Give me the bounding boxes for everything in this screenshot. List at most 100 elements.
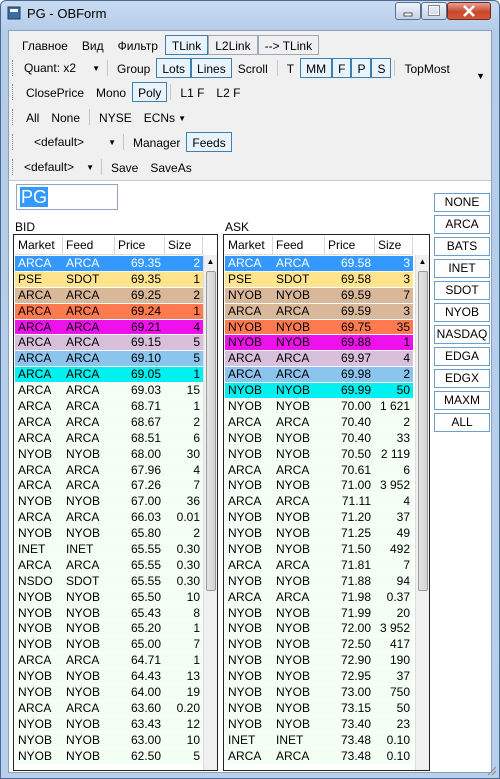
- settings-dropdown[interactable]: <default> ▼: [20, 157, 98, 177]
- layout-dropdown[interactable]: <default> ▼: [20, 132, 120, 152]
- close-button[interactable]: [447, 2, 491, 20]
- column-header-price[interactable]: Price: [325, 236, 375, 254]
- book-row[interactable]: ARCA ARCA 64.71 1: [15, 653, 203, 670]
- book-row[interactable]: ARCA ARCA 69.10 5: [15, 351, 203, 368]
- book-row[interactable]: NYOB NYOB 70.00 1 621: [225, 399, 413, 415]
- book-row[interactable]: ARCA ARCA 69.15 5: [15, 335, 203, 352]
- tlink-toggle[interactable]: TLink: [164, 35, 209, 55]
- book-row[interactable]: NYOB NYOB 65.80 2: [15, 526, 203, 543]
- book-row[interactable]: INET INET 65.55 0.30: [15, 542, 203, 558]
- book-row[interactable]: NYOB NYOB 70.50 2 119: [225, 446, 413, 463]
- book-row[interactable]: ARCA ARCA 69.25 2: [15, 287, 203, 304]
- menu-view[interactable]: Вид: [75, 35, 111, 55]
- minimize-button[interactable]: [395, 2, 421, 20]
- poly-button[interactable]: Poly: [132, 82, 168, 102]
- menu-filter[interactable]: Фильтр: [111, 35, 165, 55]
- book-row[interactable]: ARCA ARCA 70.40 2: [225, 414, 413, 431]
- book-row[interactable]: PSE SDOT 69.35 1: [15, 271, 203, 288]
- none-button[interactable]: None: [45, 107, 86, 127]
- feeds-button[interactable]: Feeds: [186, 132, 232, 152]
- scroll-button[interactable]: Scroll: [232, 58, 274, 78]
- forward-tlink-toggle[interactable]: --> TLink: [257, 35, 320, 55]
- bid-scrollbar[interactable]: ▲: [203, 255, 217, 770]
- feed-button-sdot[interactable]: SDOT: [434, 281, 490, 300]
- book-row[interactable]: NYOB NYOB 72.50 417: [225, 637, 413, 654]
- title-bar[interactable]: PG - OBForm: [1, 1, 499, 25]
- feed-button-nyob[interactable]: NYOB: [434, 303, 490, 322]
- book-row[interactable]: ARCA ARCA 68.71 1: [15, 399, 203, 415]
- topmost-button[interactable]: TopMost: [398, 58, 455, 78]
- ask-book-grid[interactable]: Market Feed Price Size ARCA ARCA 69.58 3 PSE…: [223, 234, 430, 771]
- save-as-button[interactable]: SaveAs: [144, 157, 197, 177]
- book-row[interactable]: ARCA ARCA 71.98 0.37: [225, 589, 413, 606]
- book-row[interactable]: NYOB NYOB 71.25 49: [225, 526, 413, 543]
- book-row[interactable]: ARCA ARCA 71.11 4: [225, 494, 413, 511]
- book-row[interactable]: ARCA ARCA 69.24 1: [15, 303, 203, 320]
- toolbar-grip[interactable]: [12, 84, 16, 100]
- p-button[interactable]: P: [351, 58, 372, 78]
- toolbar-grip[interactable]: [12, 134, 16, 150]
- feed-button-nasdaq[interactable]: NASDAQ: [434, 325, 490, 344]
- column-header-price[interactable]: Price: [115, 236, 165, 254]
- book-row[interactable]: ARCA ARCA 69.59 3: [225, 303, 413, 320]
- feed-button-edgx[interactable]: EDGX: [434, 369, 490, 388]
- ask-scrollbar[interactable]: ▲: [415, 255, 429, 770]
- book-row[interactable]: NYOB NYOB 69.75 35: [225, 319, 413, 336]
- book-row[interactable]: ARCA ARCA 69.03 15: [15, 383, 203, 400]
- book-row[interactable]: NYOB NYOB 63.00 10: [15, 732, 203, 749]
- book-row[interactable]: ARCA ARCA 69.98 2: [225, 367, 413, 384]
- feed-button-none[interactable]: NONE: [434, 193, 490, 212]
- resize-grip-icon[interactable]: [487, 766, 497, 776]
- toolbar-grip[interactable]: [12, 159, 16, 175]
- book-row[interactable]: ARCA ARCA 67.96 4: [15, 462, 203, 479]
- book-row[interactable]: PSE SDOT 69.58 3: [225, 271, 413, 288]
- column-header-size[interactable]: Size: [165, 236, 203, 254]
- feed-button-all[interactable]: ALL: [434, 413, 490, 432]
- book-row[interactable]: NYOB NYOB 69.88 1: [225, 335, 413, 352]
- lots-button[interactable]: Lots: [156, 58, 192, 78]
- column-header-feed[interactable]: Feed: [273, 236, 325, 254]
- scroll-up-icon[interactable]: ▲: [204, 255, 217, 269]
- book-row[interactable]: NYOB NYOB 71.20 37: [225, 510, 413, 527]
- book-row[interactable]: NYOB NYOB 65.50 10: [15, 589, 203, 606]
- book-row[interactable]: NYOB NYOB 63.43 12: [15, 716, 203, 733]
- book-row[interactable]: ARCA ARCA 69.05 1: [15, 367, 203, 384]
- scroll-thumb[interactable]: [418, 271, 428, 591]
- book-row[interactable]: NYOB NYOB 71.50 492: [225, 542, 413, 558]
- book-row[interactable]: NYOB NYOB 64.00 19: [15, 685, 203, 701]
- toolbar-grip[interactable]: [12, 60, 16, 76]
- book-row[interactable]: NYOB NYOB 72.00 3 952: [225, 621, 413, 638]
- save-button[interactable]: Save: [105, 157, 144, 177]
- book-row[interactable]: ARCA ARCA 73.48 0.10: [225, 748, 413, 765]
- lines-button[interactable]: Lines: [191, 58, 232, 78]
- book-row[interactable]: NYOB NYOB 65.00 7: [15, 637, 203, 654]
- s-button[interactable]: S: [371, 58, 392, 78]
- book-row[interactable]: ARCA ARCA 69.35 2: [15, 256, 203, 272]
- mm-button[interactable]: MM: [300, 58, 333, 78]
- mono-button[interactable]: Mono: [90, 82, 132, 102]
- book-row[interactable]: NYOB NYOB 70.40 33: [225, 430, 413, 447]
- manager-button[interactable]: Manager: [127, 132, 186, 152]
- nyse-button[interactable]: NYSE: [93, 107, 138, 127]
- book-row[interactable]: NYOB NYOB 72.95 37: [225, 669, 413, 686]
- book-row[interactable]: ARCA ARCA 71.81 7: [225, 557, 413, 574]
- toolbar-grip[interactable]: [12, 109, 16, 125]
- close-price-button[interactable]: ClosePrice: [20, 82, 90, 102]
- chevron-down-icon[interactable]: ▼: [178, 112, 186, 123]
- symbol-input[interactable]: PG: [16, 184, 118, 210]
- book-row[interactable]: NYOB NYOB 71.88 94: [225, 573, 413, 590]
- column-header-market[interactable]: Market: [15, 236, 63, 254]
- feed-button-maxm[interactable]: MAXM: [434, 391, 490, 410]
- column-header-feed[interactable]: Feed: [63, 236, 115, 254]
- toolbar-overflow-icon[interactable]: ▼: [476, 71, 485, 81]
- book-row[interactable]: ARCA ARCA 67.26 7: [15, 478, 203, 495]
- book-row[interactable]: NYOB NYOB 62.50 5: [15, 748, 203, 765]
- t-button[interactable]: T: [281, 58, 300, 78]
- column-header-market[interactable]: Market: [225, 236, 273, 254]
- group-button[interactable]: Group: [111, 58, 156, 78]
- book-row[interactable]: INET INET 73.48 0.10: [225, 732, 413, 749]
- book-row[interactable]: NSDO SDOT 65.55 0.30: [15, 573, 203, 590]
- book-row[interactable]: NYOB NYOB 71.99 20: [225, 605, 413, 622]
- scroll-thumb[interactable]: [206, 271, 216, 591]
- book-row[interactable]: ARCA ARCA 69.58 3: [225, 256, 413, 272]
